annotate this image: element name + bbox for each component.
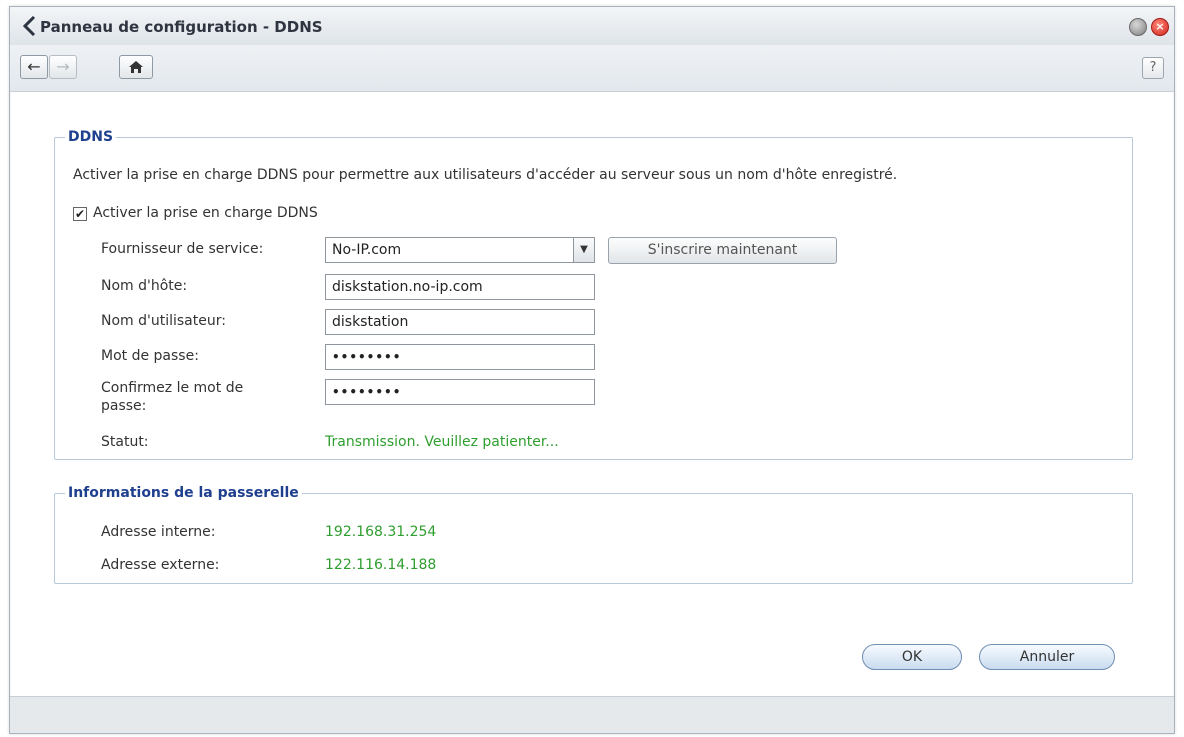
register-now-button[interactable]: S'inscrire maintenant (608, 237, 837, 264)
arrow-right-icon: → (56, 57, 70, 76)
hostname-input[interactable]: diskstation.no-ip.com (325, 274, 595, 300)
minimize-icon[interactable] (1129, 18, 1147, 36)
home-button[interactable] (119, 55, 153, 79)
password-label: Mot de passe: (101, 348, 199, 364)
status-label: Statut: (101, 434, 149, 450)
ddns-description: Activer la prise en charge DDNS pour per… (73, 167, 898, 183)
username-label: Nom d'utilisateur: (101, 313, 226, 329)
provider-label: Fournisseur de service: (101, 241, 264, 257)
password-input[interactable]: •••••••• (325, 344, 595, 370)
enable-ddns-row[interactable]: ✔ Activer la prise en charge DDNS (73, 205, 318, 221)
toolbar: ← → ? (10, 45, 1174, 92)
ddns-group: DDNS Activer la prise en charge DDNS pou… (54, 129, 1133, 460)
provider-value: No-IP.com (332, 242, 402, 258)
window-title: Panneau de configuration - DDNS (40, 18, 323, 36)
external-address-label: Adresse externe: (101, 557, 220, 573)
back-button[interactable]: ← (20, 55, 48, 79)
username-input[interactable]: diskstation (325, 309, 595, 335)
confirm-password-label-line2: passe: (101, 398, 147, 414)
content-area: DDNS Activer la prise en charge DDNS pou… (11, 92, 1173, 696)
hostname-label: Nom d'hôte: (101, 278, 188, 294)
enable-ddns-label: Activer la prise en charge DDNS (93, 205, 318, 221)
gateway-legend: Informations de la passerelle (68, 485, 299, 501)
gateway-group: Informations de la passerelle Adresse in… (54, 485, 1133, 584)
ddns-legend: DDNS (68, 129, 114, 145)
confirm-password-input[interactable]: •••••••• (325, 379, 595, 405)
ok-button[interactable]: OK (862, 644, 962, 670)
enable-ddns-checkbox[interactable]: ✔ (73, 207, 87, 221)
close-icon[interactable]: × (1151, 18, 1169, 36)
internal-address-value: 192.168.31.254 (325, 524, 437, 540)
home-icon (129, 61, 143, 73)
status-bar (10, 696, 1174, 733)
external-address-value: 122.116.14.188 (325, 557, 437, 573)
cancel-button[interactable]: Annuler (979, 644, 1115, 670)
confirm-password-label-line1: Confirmez le mot de (101, 380, 244, 396)
synology-logo-icon (22, 16, 36, 36)
help-icon: ? (1149, 60, 1157, 75)
arrow-left-icon: ← (27, 57, 41, 76)
control-panel-window: Panneau de configuration - DDNS × ← → ? … (9, 6, 1175, 734)
chevron-down-icon[interactable]: ▼ (573, 238, 594, 262)
help-button[interactable]: ? (1142, 57, 1164, 79)
status-value: Transmission. Veuillez patienter... (325, 434, 559, 450)
title-bar[interactable]: Panneau de configuration - DDNS × (10, 7, 1174, 45)
internal-address-label: Adresse interne: (101, 524, 216, 540)
provider-select[interactable]: No-IP.com ▼ (325, 237, 595, 263)
forward-button[interactable]: → (49, 55, 77, 79)
